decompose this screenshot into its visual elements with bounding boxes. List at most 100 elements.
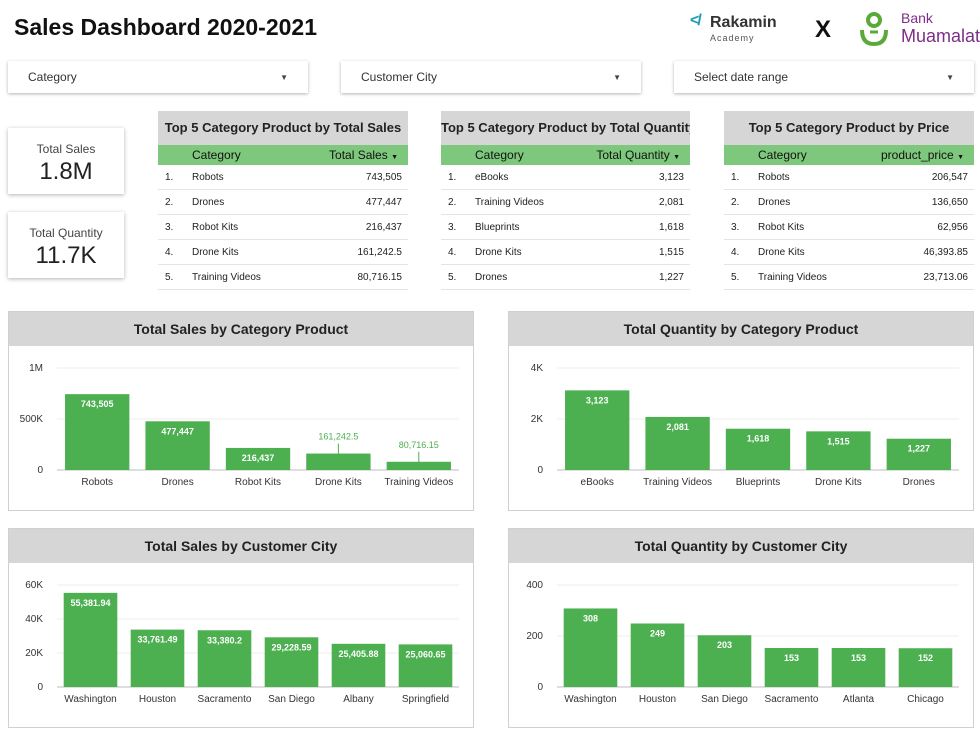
x-tick-label: Drones xyxy=(903,477,935,488)
row-category: Drones xyxy=(475,272,508,283)
row-category: Robot Kits xyxy=(192,222,239,233)
row-value: 2,081 xyxy=(658,197,684,208)
row-number: 1. xyxy=(448,172,457,183)
column-header-category[interactable]: Category xyxy=(758,148,807,162)
row-category: Training Videos xyxy=(192,272,261,283)
row-value: 80,716.15 xyxy=(357,272,403,283)
sales-by-category-chart: Total Sales by Category Product 0 500K 1M 7… xyxy=(8,311,474,511)
x-tick-label: Drone Kits xyxy=(815,477,862,488)
page-title: Sales Dashboard 2020-2021 xyxy=(14,14,318,40)
table-row: 4. Drone Kits 161,242.5 xyxy=(158,240,408,265)
x-tick-label: Training Videos xyxy=(643,477,712,488)
bank-muamalat-logo: Bank Muamalat xyxy=(856,8,980,48)
data-label: 55,381.94 xyxy=(70,598,110,608)
y-tick-label: 4K xyxy=(531,363,544,374)
category-filter-label: Category xyxy=(28,70,77,84)
date-range-filter[interactable]: Select date range ▼ xyxy=(674,61,974,93)
data-label: 161,242.5 xyxy=(318,432,358,442)
quantity-by-city-plot: 0 200 400 308 Washington 249 Houston 203 San Die… xyxy=(526,580,959,705)
row-value: 3,123 xyxy=(658,172,684,183)
date-range-filter-label: Select date range xyxy=(694,70,789,84)
row-number: 2. xyxy=(731,197,740,208)
column-header-value[interactable]: Total Sales ▼ xyxy=(329,148,398,162)
x-tick-label: Robots xyxy=(81,477,113,488)
row-value: 206,547 xyxy=(931,172,968,183)
column-header-value[interactable]: product_price ▼ xyxy=(881,148,964,162)
top5-price-table: Top 5 Category Product by Price Category… xyxy=(724,111,974,290)
data-label: 3,123 xyxy=(586,395,609,405)
column-header-category[interactable]: Category xyxy=(192,148,241,162)
row-number: 3. xyxy=(165,222,174,233)
row-value: 136,650 xyxy=(931,197,968,208)
column-header-value[interactable]: Total Quantity ▼ xyxy=(596,148,680,162)
row-number: 4. xyxy=(448,247,457,258)
logo-separator: X xyxy=(815,16,832,43)
x-tick-label: Washington xyxy=(564,694,616,705)
row-category: Drone Kits xyxy=(475,247,522,258)
data-label: 33,380.2 xyxy=(207,635,242,645)
column-header-category[interactable]: Category xyxy=(475,148,524,162)
customer-city-filter-label: Customer City xyxy=(361,70,438,84)
y-tick-label: 2K xyxy=(531,414,544,425)
data-label: 33,761.49 xyxy=(137,635,177,645)
top5-sales-table: Top 5 Category Product by Total Sales Ca… xyxy=(158,111,408,290)
column-header-value-label: product_price xyxy=(881,148,954,162)
x-tick-label: Atlanta xyxy=(843,694,875,705)
table-title: Top 5 Category Product by Total Quantity xyxy=(441,111,690,145)
y-tick-label: 0 xyxy=(537,465,543,476)
table-header[interactable]: Category product_price ▼ xyxy=(724,145,974,165)
x-tick-label: Springfield xyxy=(402,694,449,705)
chart-title: Total Sales by Category Product xyxy=(9,312,473,346)
bank-logo-line2: Muamalat xyxy=(901,26,980,46)
row-value: 743,505 xyxy=(365,172,402,183)
bar xyxy=(306,453,371,470)
row-category: Training Videos xyxy=(758,272,827,283)
table-header[interactable]: Category Total Quantity ▼ xyxy=(441,145,690,165)
rakamin-logo-sub: Academy xyxy=(710,33,755,43)
table-header[interactable]: Category Total Sales ▼ xyxy=(158,145,408,165)
column-header-value-label: Total Quantity xyxy=(596,148,670,162)
table-row: 5. Training Videos 23,713.06 xyxy=(724,265,974,290)
table-row: 2. Training Videos 2,081 xyxy=(441,190,690,215)
sort-desc-icon: ▼ xyxy=(391,154,398,161)
customer-city-filter[interactable]: Customer City ▼ xyxy=(341,61,641,93)
rakamin-logo-name: Rakamin xyxy=(710,14,777,31)
x-tick-label: Sacramento xyxy=(198,694,252,705)
chart-title: Total Quantity by Category Product xyxy=(509,312,973,346)
x-tick-label: Drones xyxy=(161,477,193,488)
bar xyxy=(386,461,451,470)
row-number: 4. xyxy=(165,247,174,258)
table-title: Top 5 Category Product by Price xyxy=(724,111,974,145)
table-row: 2. Drones 136,650 xyxy=(724,190,974,215)
data-label: 1,618 xyxy=(747,434,770,444)
x-tick-label: Training Videos xyxy=(384,477,453,488)
x-tick-label: Blueprints xyxy=(736,477,780,488)
y-tick-label: 500K xyxy=(20,414,44,425)
chart-title: Total Quantity by Customer City xyxy=(509,529,973,563)
x-tick-label: San Diego xyxy=(701,694,748,705)
row-number: 5. xyxy=(448,272,457,283)
x-tick-label: Washington xyxy=(64,694,116,705)
category-filter[interactable]: Category ▼ xyxy=(8,61,308,93)
chevron-down-icon: ▼ xyxy=(946,72,954,82)
data-label: 80,716.15 xyxy=(399,440,439,450)
top5-quantity-table: Top 5 Category Product by Total Quantity… xyxy=(441,111,690,290)
table-row: 5. Drones 1,227 xyxy=(441,265,690,290)
y-tick-label: 20K xyxy=(25,648,43,659)
table-row: 1. Robots 206,547 xyxy=(724,165,974,190)
sales-by-city-chart: Total Sales by Customer City 0 20K 40K 60K 5… xyxy=(8,528,474,728)
data-label: 216,437 xyxy=(242,453,275,463)
total-sales-value: 1.8M xyxy=(39,158,93,185)
x-tick-label: Sacramento xyxy=(765,694,819,705)
y-tick-label: 40K xyxy=(25,614,43,625)
row-category: Robots xyxy=(758,172,790,183)
row-value: 46,393.85 xyxy=(923,247,969,258)
total-quantity-label: Total Quantity xyxy=(29,226,103,240)
row-value: 477,447 xyxy=(365,197,402,208)
data-label: 152 xyxy=(918,653,933,663)
x-tick-label: Drone Kits xyxy=(315,477,362,488)
muamalat-mark-icon xyxy=(860,12,888,46)
row-number: 1. xyxy=(731,172,740,183)
sort-desc-icon: ▼ xyxy=(957,154,964,161)
data-label: 2,081 xyxy=(666,422,689,432)
